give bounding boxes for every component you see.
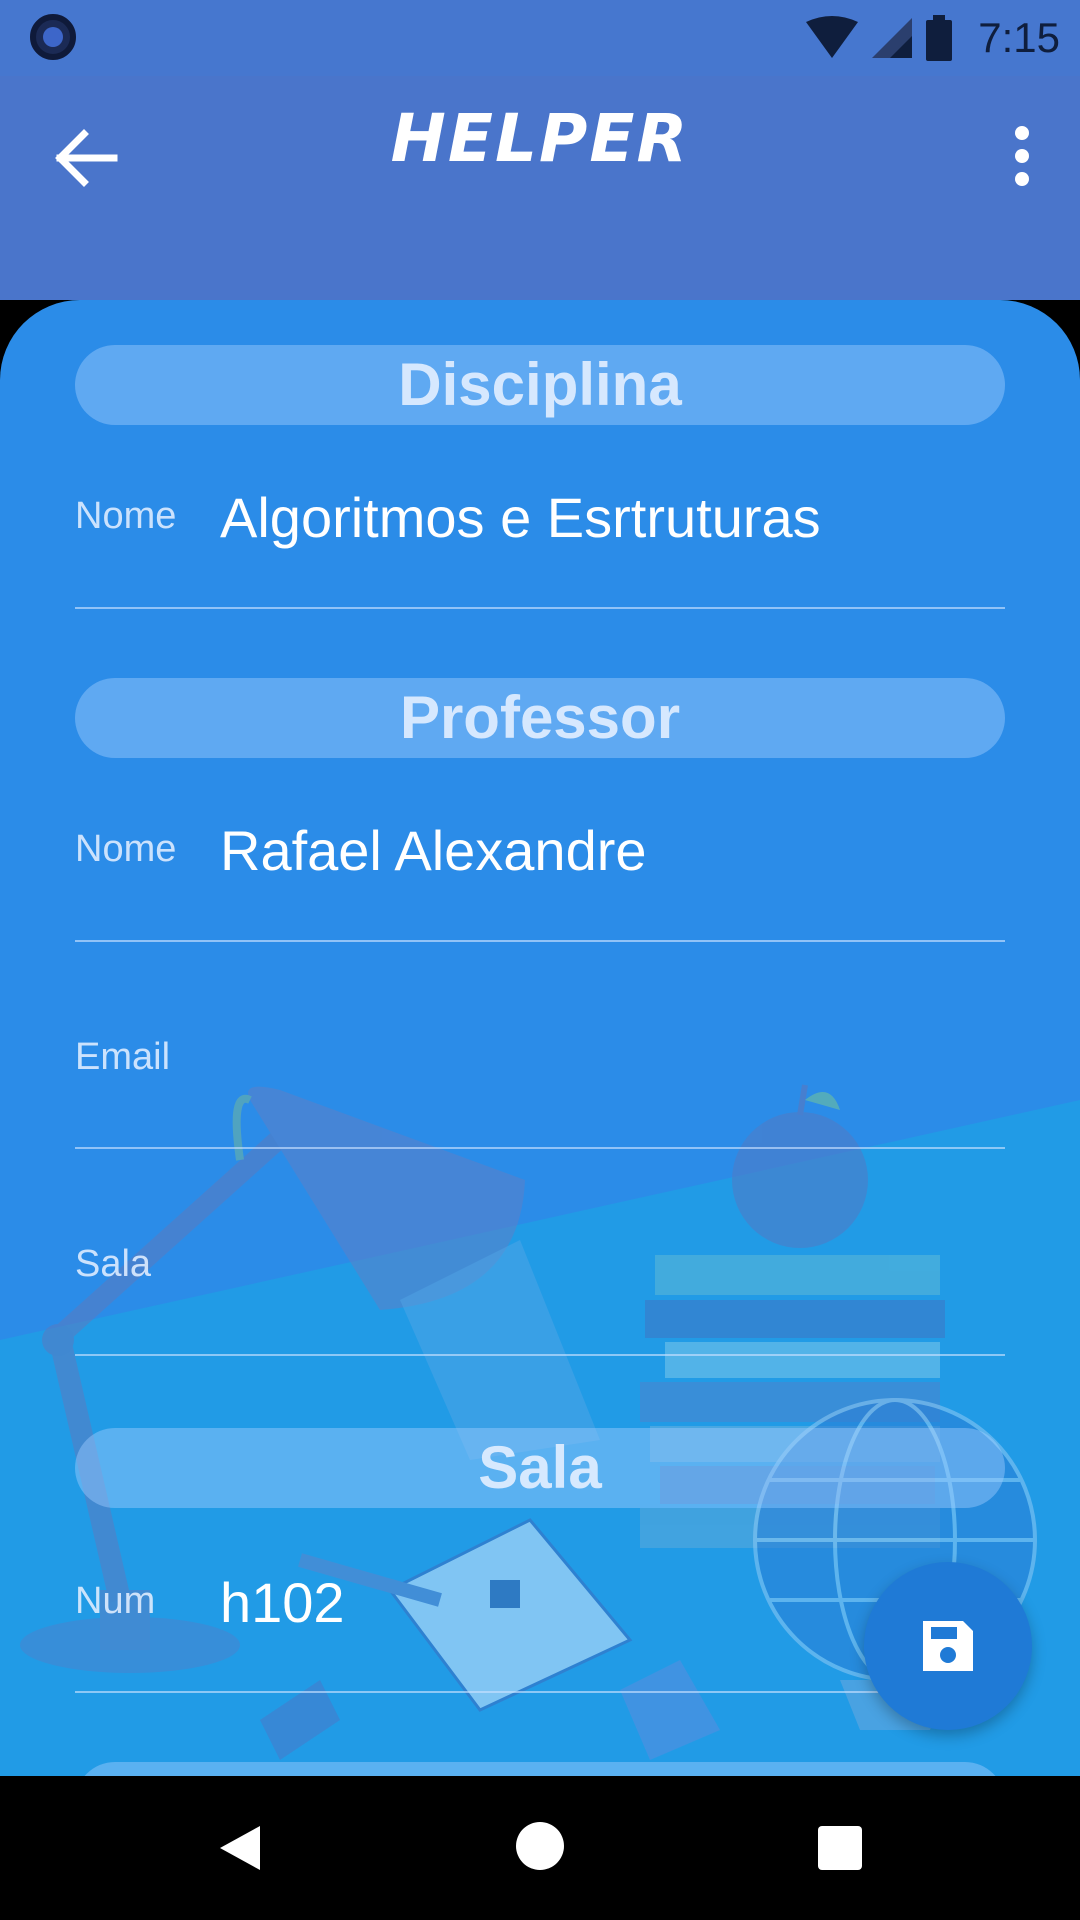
professor-sala-field[interactable]: Sala — [75, 1213, 1005, 1356]
professor-nome-label: Nome — [75, 828, 177, 870]
save-button[interactable] — [864, 1562, 1032, 1730]
battery-icon — [926, 15, 953, 61]
more-vert-icon[interactable] — [1014, 126, 1030, 186]
system-nav-bar — [0, 1776, 1080, 1920]
app-title: HELPER — [390, 100, 690, 177]
sala-num-label: Num — [75, 1580, 156, 1622]
section-header-professor: Professor — [75, 678, 1005, 758]
disciplina-nome-label: Nome — [75, 495, 177, 537]
status-icons: 7:15 — [804, 10, 1060, 66]
disciplina-nome-value: Algoritmos e Esrtruturas — [220, 486, 821, 549]
professor-nome-field[interactable]: Nome Rafael Alexandre — [75, 798, 1005, 942]
status-bar: 7:15 — [0, 0, 1080, 76]
professor-email-label: Email — [75, 1036, 171, 1078]
sala-num-value: h102 — [220, 1571, 345, 1634]
professor-email-field[interactable]: Email — [75, 1006, 1005, 1149]
disciplina-nome-field[interactable]: Nome Algoritmos e Esrtruturas — [75, 465, 1005, 609]
assistant-dot-icon — [30, 14, 76, 60]
section-header-sala: Sala — [75, 1428, 1005, 1508]
sala-num-field[interactable]: Num h102 — [75, 1550, 1005, 1693]
status-time: 7:15 — [978, 14, 1060, 61]
nav-back-icon[interactable] — [218, 1824, 262, 1872]
professor-nome-value: Rafael Alexandre — [220, 819, 647, 882]
save-icon — [923, 1621, 973, 1671]
content-panel: Disciplina Nome Algoritmos e Esrtruturas… — [0, 300, 1080, 1776]
app-bar: HELPER — [0, 76, 1080, 300]
professor-sala-label: Sala — [75, 1243, 152, 1285]
nav-recents-icon[interactable] — [818, 1826, 862, 1870]
section-header-disciplina: Disciplina — [75, 345, 1005, 425]
wifi-icon — [806, 16, 859, 58]
signal-icon — [872, 18, 913, 58]
nav-home-icon[interactable] — [516, 1822, 564, 1870]
section-header-next — [75, 1762, 1005, 1776]
